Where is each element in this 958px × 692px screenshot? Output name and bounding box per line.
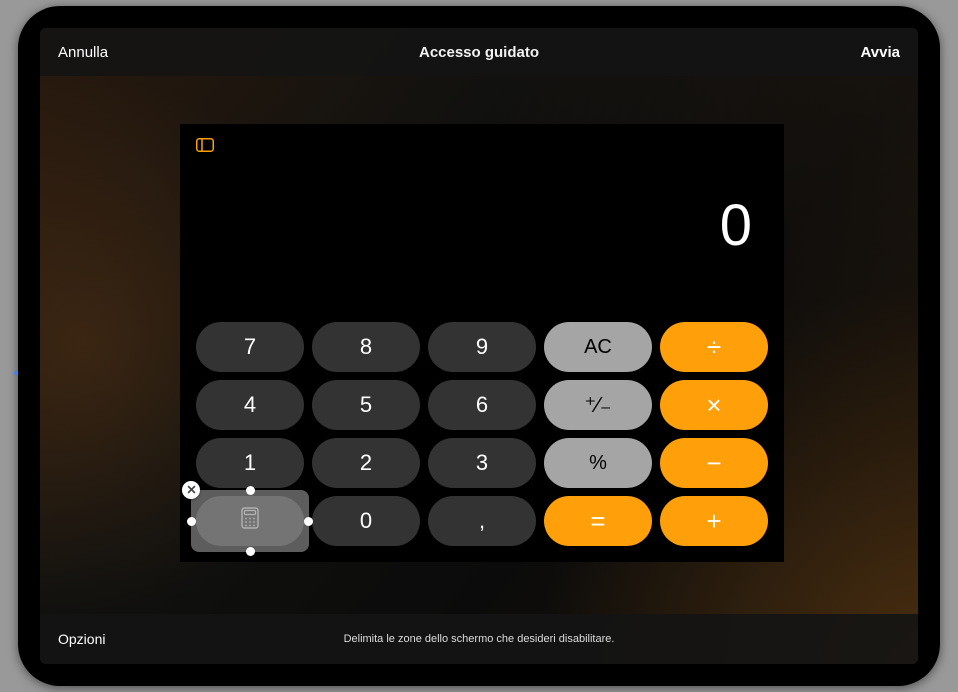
- options-button[interactable]: Opzioni: [58, 631, 105, 647]
- guided-access-bottombar: Opzioni Delimita le zone dello schermo c…: [40, 614, 918, 664]
- key-minus[interactable]: −: [660, 438, 768, 488]
- close-icon: [187, 484, 196, 496]
- sidebar-toggle-icon[interactable]: [196, 138, 214, 152]
- key-4[interactable]: 4: [196, 380, 304, 430]
- calculator-display: 0: [200, 192, 752, 259]
- key-equals[interactable]: =: [544, 496, 652, 546]
- key-0[interactable]: 0: [312, 496, 420, 546]
- guided-access-navbar: Annulla Accesso guidato Avvia: [40, 28, 918, 76]
- start-button[interactable]: Avvia: [861, 44, 900, 61]
- ipad-frame: Annulla Accesso guidato Avvia 0 7 8 9: [18, 6, 940, 686]
- navbar-title: Accesso guidato: [40, 44, 918, 61]
- key-multiply[interactable]: ×: [660, 380, 768, 430]
- disabled-zone[interactable]: [191, 490, 309, 552]
- disabled-zone-remove[interactable]: [182, 481, 200, 499]
- key-3[interactable]: 3: [428, 438, 536, 488]
- side-indicator: [14, 371, 18, 375]
- key-decimal[interactable]: ,: [428, 496, 536, 546]
- resize-handle-top[interactable]: [246, 486, 255, 495]
- resize-handle-bottom[interactable]: [246, 547, 255, 556]
- key-8[interactable]: 8: [312, 322, 420, 372]
- key-9[interactable]: 9: [428, 322, 536, 372]
- key-percent[interactable]: %: [544, 438, 652, 488]
- key-divide[interactable]: ÷: [660, 322, 768, 372]
- ipad-screen: Annulla Accesso guidato Avvia 0 7 8 9: [40, 28, 918, 664]
- resize-handle-right[interactable]: [304, 517, 313, 526]
- key-7[interactable]: 7: [196, 322, 304, 372]
- key-6[interactable]: 6: [428, 380, 536, 430]
- key-2[interactable]: 2: [312, 438, 420, 488]
- key-1[interactable]: 1: [196, 438, 304, 488]
- key-all-clear[interactable]: AC: [544, 322, 652, 372]
- resize-handle-left[interactable]: [187, 517, 196, 526]
- app-preview[interactable]: 0 7 8 9 AC ÷ 4 5 6 ⁺∕₋ × 1 2: [180, 124, 784, 562]
- key-5[interactable]: 5: [312, 380, 420, 430]
- bottom-hint-text: Delimita le zone dello schermo che desid…: [40, 633, 918, 645]
- cancel-button[interactable]: Annulla: [58, 44, 108, 61]
- key-plus[interactable]: +: [660, 496, 768, 546]
- key-plus-minus[interactable]: ⁺∕₋: [544, 380, 652, 430]
